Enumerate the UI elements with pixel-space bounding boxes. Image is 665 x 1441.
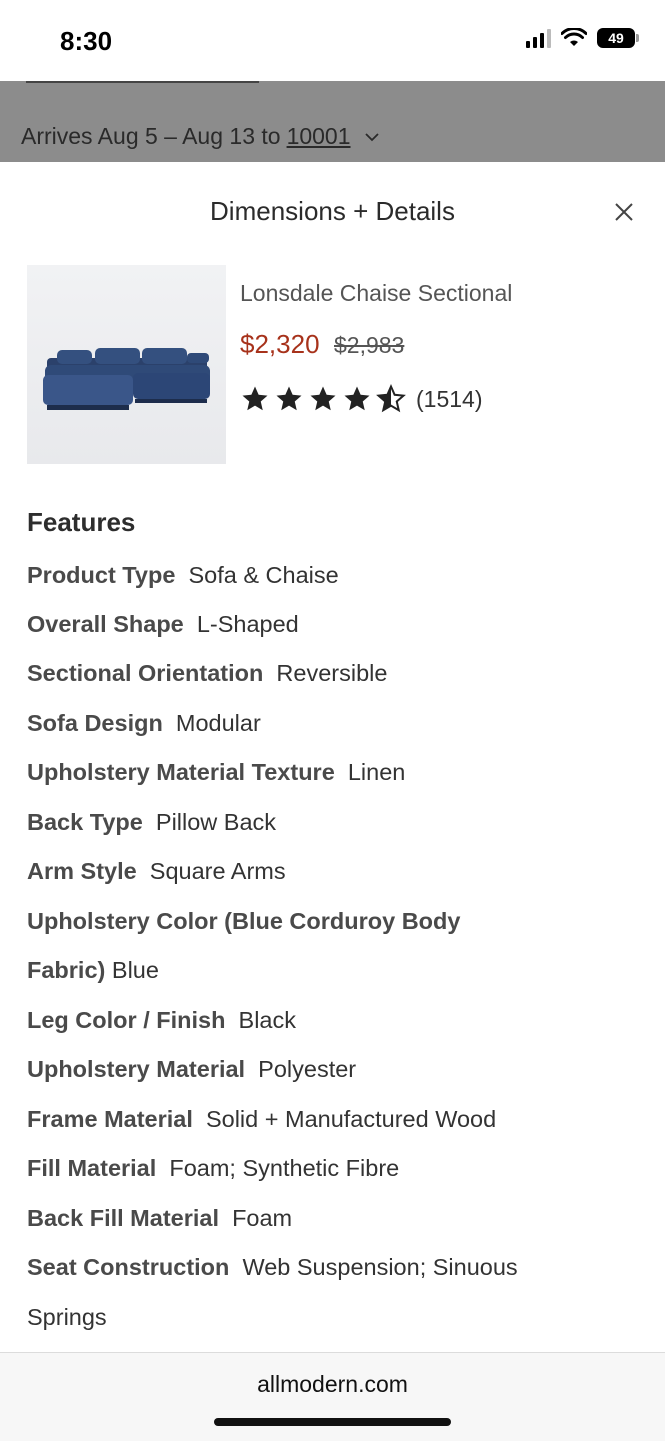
details-sheet: Dimensions + Details Lonsdale Chaise Sec… <box>0 162 665 1352</box>
feature-value: Web Suspension; Sinuous <box>242 1254 518 1280</box>
feature-label: Leg Color / Finish <box>27 1007 226 1033</box>
feature-label: Upholstery Material <box>27 1056 246 1082</box>
sofa-illustration <box>43 348 210 410</box>
delivery-estimate[interactable]: Arrives Aug 5 – Aug 13 to 10001 <box>21 123 379 150</box>
sale-price: $2,320 <box>240 329 320 359</box>
star-full-icon <box>310 386 336 411</box>
feature-value: Blue <box>111 957 159 983</box>
status-bar: 8:30 49 <box>0 0 665 81</box>
url-domain[interactable]: allmodern.com <box>0 1371 665 1398</box>
feature-value: Springs <box>27 1304 107 1330</box>
product-name: Lonsdale Chaise Sectional <box>240 280 513 306</box>
rating[interactable]: (1514) <box>240 384 482 414</box>
feature-label: Back Type <box>27 809 143 835</box>
feature-row: Frame Material Solid + Manufactured Wood <box>27 1106 496 1133</box>
feature-row: Fabric) Blue <box>27 957 159 984</box>
star-half-icon <box>376 384 406 413</box>
status-icons: 49 <box>526 28 639 48</box>
feature-value: Sofa & Chaise <box>188 562 339 588</box>
battery-icon: 49 <box>597 28 639 48</box>
feature-label: Upholstery Material Texture <box>27 759 335 785</box>
feature-value: Pillow Back <box>155 809 277 835</box>
feature-label: Frame Material <box>27 1106 193 1132</box>
feature-value: Solid + Manufactured Wood <box>205 1106 497 1132</box>
home-indicator[interactable] <box>214 1418 451 1426</box>
cellular-signal-icon <box>526 28 551 48</box>
feature-label: Overall Shape <box>27 611 184 637</box>
delivery-text: Arrives Aug 5 – Aug 13 to <box>21 123 281 149</box>
delivery-zip-link[interactable]: 10001 <box>287 123 351 150</box>
feature-row: Leg Color / Finish Black <box>27 1007 296 1034</box>
battery-level: 49 <box>608 30 624 46</box>
feature-label: Fill Material <box>27 1155 157 1181</box>
feature-label: Arm Style <box>27 858 137 884</box>
feature-value: L-Shaped <box>196 611 299 637</box>
feature-value: Foam; Synthetic Fibre <box>169 1155 400 1181</box>
original-price: $2,983 <box>334 332 405 358</box>
feature-row: Back Type Pillow Back <box>27 809 276 836</box>
feature-value: Foam <box>232 1205 293 1231</box>
star-full-icon <box>276 386 302 411</box>
star-full-icon <box>344 386 370 411</box>
feature-label: Back Fill Material <box>27 1205 219 1231</box>
feature-value: Reversible <box>276 660 388 686</box>
close-icon[interactable] <box>613 201 635 223</box>
feature-label: Product Type <box>27 562 176 588</box>
features-heading: Features <box>27 507 136 537</box>
feature-value: Linen <box>347 759 406 785</box>
feature-row: Upholstery Material Polyester <box>27 1056 356 1083</box>
star-full-icon <box>242 386 268 411</box>
feature-label: Fabric) <box>27 957 106 983</box>
feature-value: Black <box>238 1007 296 1033</box>
feature-label: Seat Construction <box>27 1254 230 1280</box>
wifi-icon <box>561 28 587 46</box>
feature-row: Sofa Design Modular <box>27 710 261 737</box>
sheet-title: Dimensions + Details <box>210 196 455 226</box>
feature-row: Arm Style Square Arms <box>27 858 286 885</box>
product-image <box>27 265 226 464</box>
feature-row: Sectional Orientation Reversible <box>27 660 387 687</box>
chevron-down-icon <box>364 132 379 141</box>
feature-row: Fill Material Foam; Synthetic Fibre <box>27 1155 399 1182</box>
feature-row: Product Type Sofa & Chaise <box>27 562 339 589</box>
feature-value: Modular <box>175 710 261 736</box>
feature-label: Sofa Design <box>27 710 163 736</box>
feature-label: Upholstery Color (Blue Corduroy Body <box>27 908 461 934</box>
feature-row: Upholstery Color (Blue Corduroy Body <box>27 908 460 935</box>
feature-row: Upholstery Material Texture Linen <box>27 759 405 786</box>
feature-value: Polyester <box>258 1056 357 1082</box>
feature-row: Overall Shape L-Shaped <box>27 611 299 638</box>
feature-row: Seat Construction Web Suspension; Sinuou… <box>27 1254 518 1281</box>
feature-row: Springs <box>27 1304 107 1331</box>
status-time: 8:30 <box>60 26 113 56</box>
underlay-link-underline <box>26 81 259 83</box>
feature-label: Sectional Orientation <box>27 660 264 686</box>
feature-value: Square Arms <box>149 858 286 884</box>
feature-row: Back Fill Material Foam <box>27 1205 292 1232</box>
browser-address-bar[interactable]: allmodern.com <box>0 1352 665 1441</box>
review-count: (1514) <box>416 385 483 412</box>
